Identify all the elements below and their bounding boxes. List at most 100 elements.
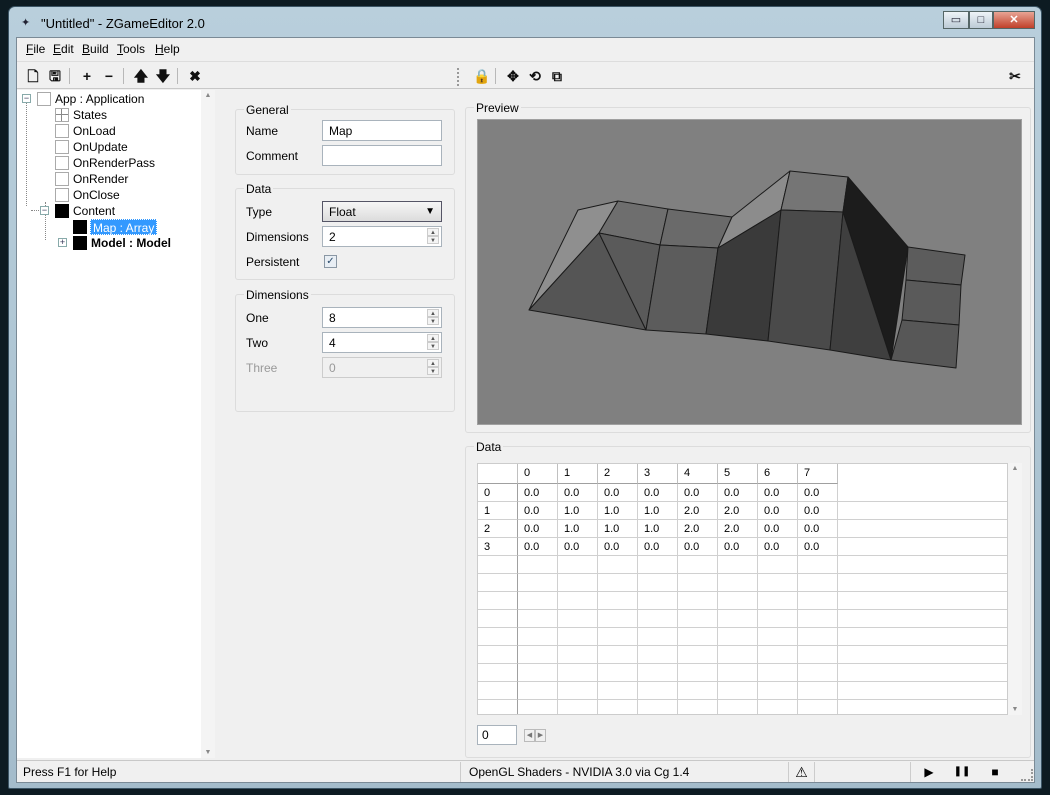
grid-cell[interactable] <box>798 700 838 714</box>
grid-cell[interactable] <box>518 574 558 592</box>
menu-tools[interactable]: Tools <box>117 42 145 56</box>
grid-cell[interactable] <box>598 664 638 682</box>
add-icon[interactable]: + <box>77 66 97 86</box>
grid-cell[interactable]: 1.0 <box>598 502 638 520</box>
grid-cell[interactable] <box>758 574 798 592</box>
column-header[interactable]: 5 <box>718 464 758 484</box>
row-header[interactable]: 3 <box>478 538 518 556</box>
row-header[interactable] <box>478 646 518 664</box>
pause-button[interactable]: ❚❚ <box>950 763 974 781</box>
grid-cell[interactable]: 0.0 <box>798 538 838 556</box>
column-header[interactable]: 1 <box>558 464 598 484</box>
scroll-right-icon[interactable]: ▶ <box>535 729 546 742</box>
grid-cell[interactable] <box>518 646 558 664</box>
menu-edit[interactable]: Edit <box>53 42 74 56</box>
grid-cell[interactable] <box>798 664 838 682</box>
grid-cell[interactable] <box>718 646 758 664</box>
grid-cell[interactable]: 0.0 <box>518 520 558 538</box>
spin-up-icon[interactable]: ▲ <box>427 228 439 236</box>
column-header[interactable]: 4 <box>678 464 718 484</box>
grid-cell[interactable] <box>678 574 718 592</box>
grid-cell[interactable] <box>798 628 838 646</box>
scroll-up-icon[interactable]: ▲ <box>1008 465 1022 472</box>
collapse-app-icon[interactable]: − <box>22 94 31 103</box>
tree-node-content[interactable]: Content <box>73 203 115 219</box>
grid-cell[interactable] <box>678 556 718 574</box>
grid-cell[interactable]: 0.0 <box>758 502 798 520</box>
resize-grip[interactable] <box>1021 769 1033 781</box>
grid-cell[interactable] <box>558 556 598 574</box>
data-grid[interactable]: 0 1 2 3 4 5 6 7 0 0.0 0.0 0.0 0.0 0.0 0.0 0.0 0.… <box>477 463 1008 715</box>
grid-cell[interactable]: 0.0 <box>798 484 838 502</box>
tree-node-onclose[interactable]: OnClose <box>73 187 120 203</box>
grid-cell[interactable] <box>678 646 718 664</box>
tree-node-onrenderpass[interactable]: OnRenderPass <box>73 155 155 171</box>
grid-cell[interactable] <box>558 574 598 592</box>
grid-cell[interactable] <box>758 556 798 574</box>
grid-cell[interactable] <box>638 610 678 628</box>
tree-scrollbar[interactable]: ▲ ▼ <box>201 90 215 758</box>
grid-cell[interactable]: 0.0 <box>718 484 758 502</box>
grid-cell[interactable]: 0.0 <box>758 538 798 556</box>
grid-cell[interactable]: 0.0 <box>638 484 678 502</box>
grid-cell[interactable] <box>518 556 558 574</box>
grid-cell[interactable] <box>758 592 798 610</box>
grid-cell[interactable] <box>558 592 598 610</box>
grid-cell[interactable] <box>718 628 758 646</box>
grid-cell[interactable] <box>598 646 638 664</box>
row-header[interactable] <box>478 700 518 714</box>
lock-icon[interactable]: 🔒 <box>472 66 492 86</box>
new-file-icon[interactable]: 🗋 <box>23 66 43 86</box>
grid-cell[interactable] <box>758 682 798 700</box>
grid-cell[interactable] <box>758 610 798 628</box>
grid-cell[interactable] <box>558 664 598 682</box>
grid-cell[interactable]: 1.0 <box>638 502 678 520</box>
grid-cell[interactable] <box>598 574 638 592</box>
grid-cell[interactable] <box>598 628 638 646</box>
grid-vertical-scrollbar[interactable]: ▲ ▼ <box>1008 463 1022 715</box>
row-header[interactable] <box>478 592 518 610</box>
row-header[interactable]: 0 <box>478 484 518 502</box>
grid-cell[interactable] <box>598 556 638 574</box>
grid-cell[interactable] <box>678 610 718 628</box>
menu-build[interactable]: Build <box>82 42 109 56</box>
grid-cell[interactable]: 0.0 <box>518 484 558 502</box>
grid-cell[interactable]: 0.0 <box>758 520 798 538</box>
grid-cell[interactable]: 0.0 <box>598 484 638 502</box>
close-button[interactable]: ✕ <box>993 11 1035 29</box>
tree-node-model[interactable]: Model : Model <box>91 235 171 251</box>
grid-cell[interactable] <box>638 682 678 700</box>
preview-viewport[interactable] <box>477 119 1022 425</box>
grid-cell[interactable] <box>638 556 678 574</box>
grid-cell[interactable] <box>678 664 718 682</box>
grid-cell[interactable] <box>638 646 678 664</box>
grid-cell[interactable] <box>798 610 838 628</box>
grid-cell[interactable]: 1.0 <box>638 520 678 538</box>
maximize-button[interactable]: □ <box>969 11 993 29</box>
popout-icon[interactable]: ⧉ <box>547 66 567 86</box>
scroll-down-icon[interactable]: ▼ <box>1008 706 1022 713</box>
grid-cell[interactable] <box>758 646 798 664</box>
grid-cell[interactable]: 0.0 <box>718 538 758 556</box>
dimensions-spin-buttons[interactable]: ▲ ▼ <box>427 228 439 245</box>
two-spinner[interactable]: 4 ▲ ▼ <box>322 332 442 353</box>
grid-cell[interactable]: 0.0 <box>758 484 798 502</box>
row-header[interactable] <box>478 610 518 628</box>
play-button[interactable]: ▶ <box>917 763 941 781</box>
grid-cell[interactable] <box>558 628 598 646</box>
grid-cell[interactable] <box>798 682 838 700</box>
grid-cell[interactable] <box>678 682 718 700</box>
grid-cell[interactable] <box>678 592 718 610</box>
collapse-content-icon[interactable]: − <box>40 206 49 215</box>
one-spinner[interactable]: 8 ▲ ▼ <box>322 307 442 328</box>
move-view-icon[interactable]: ✥ <box>503 66 523 86</box>
title-bar[interactable]: ✦ "Untitled" - ZGameEditor 2.0 ▭ □ ✕ <box>9 7 1041 39</box>
two-spin-buttons[interactable]: ▲ ▼ <box>427 334 439 351</box>
scroll-down-icon[interactable]: ▼ <box>201 749 215 756</box>
grid-cell[interactable] <box>598 700 638 714</box>
column-header[interactable]: 3 <box>638 464 678 484</box>
tree-node-app[interactable]: App : Application <box>55 91 144 107</box>
spin-up-icon[interactable]: ▲ <box>427 309 439 317</box>
tools-icon[interactable]: ✂ <box>1005 66 1025 86</box>
menu-help[interactable]: Help <box>155 42 180 56</box>
